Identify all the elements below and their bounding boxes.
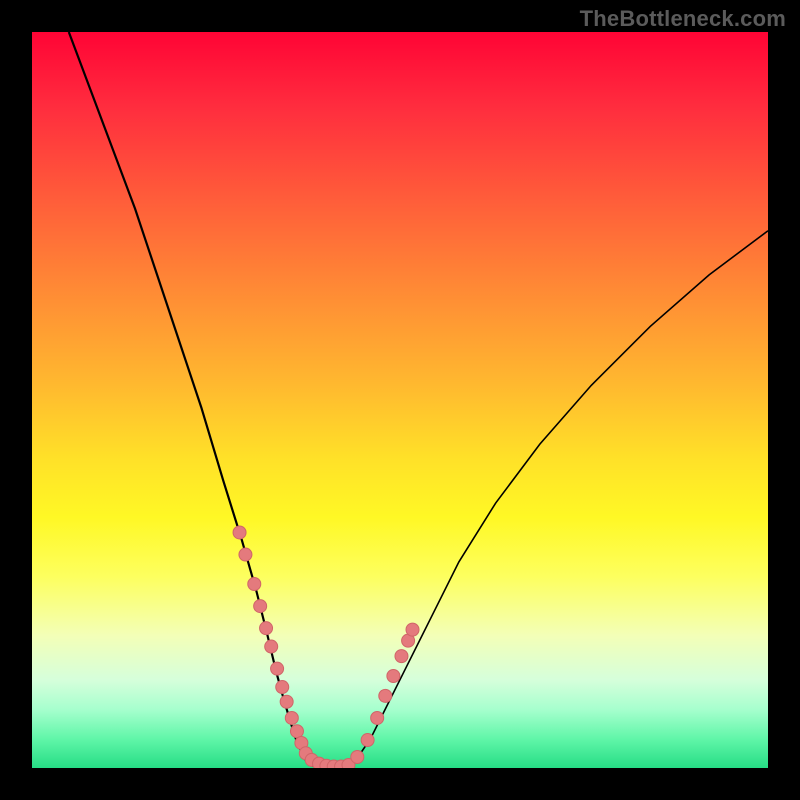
data-marker <box>395 650 408 663</box>
data-marker <box>351 750 364 763</box>
data-marker <box>280 695 293 708</box>
curve-right-branch <box>352 231 768 765</box>
markers-left-group <box>233 526 348 768</box>
data-marker <box>406 623 419 636</box>
data-marker <box>254 600 267 613</box>
data-marker <box>371 711 384 724</box>
curve-left-branch <box>69 32 308 764</box>
data-marker <box>361 734 374 747</box>
chart-stage: TheBottleneck.com <box>0 0 800 800</box>
data-marker <box>260 622 273 635</box>
data-marker <box>387 670 400 683</box>
plot-area <box>32 32 768 768</box>
watermark-label: TheBottleneck.com <box>580 6 786 32</box>
markers-right-group <box>342 623 419 768</box>
data-marker <box>265 640 278 653</box>
data-marker <box>276 681 289 694</box>
data-marker <box>285 711 298 724</box>
data-marker <box>233 526 246 539</box>
chart-svg <box>32 32 768 768</box>
data-marker <box>271 662 284 675</box>
data-marker <box>239 548 252 561</box>
data-marker <box>248 578 261 591</box>
data-marker <box>379 689 392 702</box>
data-marker <box>290 725 303 738</box>
